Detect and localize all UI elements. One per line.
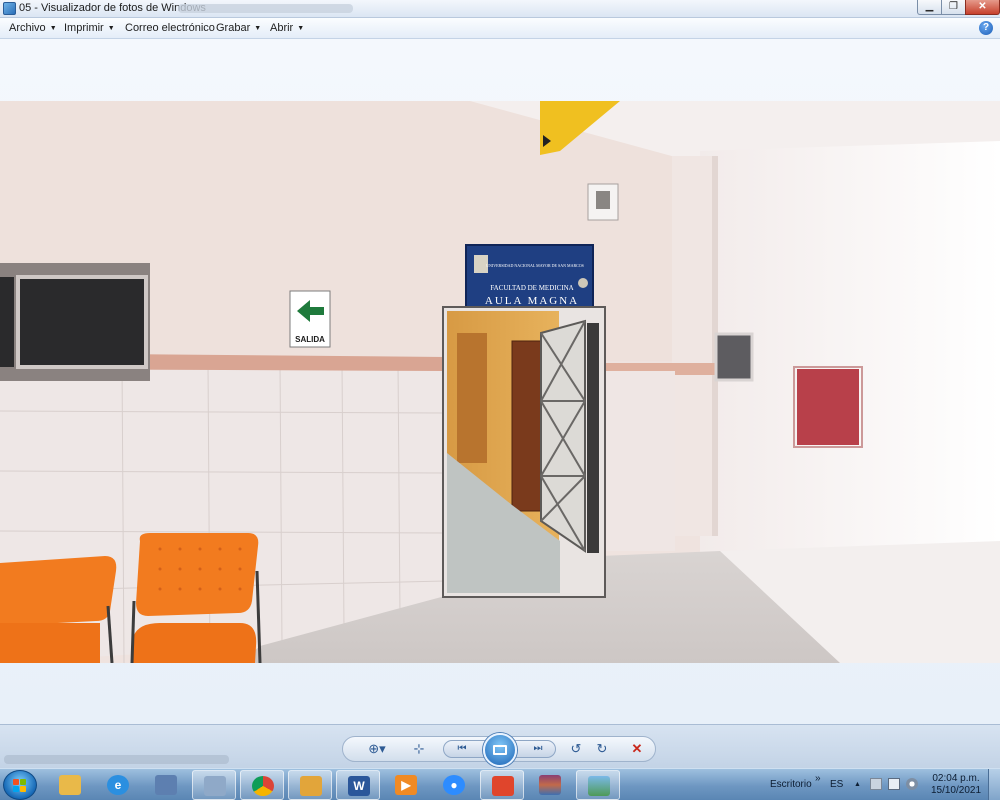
tray-expand-icon[interactable]: ▲ (854, 781, 861, 788)
corridor-pillar (672, 156, 717, 536)
photo-viewer-app-icon (3, 2, 16, 15)
exit-sign-text: SALIDA (295, 335, 325, 344)
rotate-right-icon[interactable]: ↻ (593, 741, 611, 757)
menu-correo-label: Correo electrónico (125, 22, 215, 34)
orange-chair-seat-right (131, 623, 257, 663)
minimize-button[interactable]: ▁ (917, 0, 942, 15)
network-icon (155, 775, 177, 795)
rotate-left-icon[interactable]: ↺ (567, 741, 585, 757)
orange-chair-seat-left (0, 623, 100, 663)
help-icon[interactable]: ? (979, 21, 993, 35)
right-tiled-wall (600, 371, 675, 551)
slideshow-button[interactable] (483, 733, 517, 767)
system-clock[interactable]: 02:04 p.m. 15/10/2021 (930, 773, 982, 797)
windows-icon (204, 776, 226, 796)
orange-chair-back-right (136, 533, 259, 616)
menu-imprimir-label: Imprimir (64, 22, 104, 34)
media-player-icon: ▶ (395, 775, 417, 795)
chevron-down-icon: ▼ (107, 25, 115, 32)
corridor-small-window (714, 332, 754, 382)
room-inner-door (511, 340, 545, 512)
taskbar-pdf[interactable] (480, 770, 524, 800)
chevron-down-icon: ▼ (254, 25, 262, 32)
taskbar-internet-explorer[interactable]: e (96, 770, 140, 800)
close-button[interactable]: ✕ (965, 0, 1000, 15)
pdf-icon (492, 776, 514, 796)
maximize-button[interactable]: ❐ (941, 0, 966, 15)
clock-date: 15/10/2021 (930, 785, 982, 796)
network-tray-icon[interactable] (888, 778, 900, 790)
photo-viewer-icon (588, 776, 610, 796)
title-bar: 05 - Visualizador de fotos de Windows ▁ … (0, 0, 1000, 18)
taskbar-chrome[interactable] (240, 770, 284, 800)
faculty-sign-line2: FACULTAD DE MEDICINA (490, 284, 573, 292)
open-metal-gate (540, 319, 586, 553)
outlook-icon (300, 776, 322, 796)
wall-window-glass-left (0, 277, 14, 367)
show-desktop-button[interactable] (988, 769, 1000, 800)
action-center-icon[interactable] (870, 778, 882, 790)
menu-grabar-label: Grabar (216, 22, 251, 34)
menu-imprimir[interactable]: Imprimir ▼ (64, 22, 115, 34)
volume-icon[interactable] (906, 778, 918, 790)
language-indicator[interactable]: ES (830, 779, 843, 790)
wall-window-glass (16, 275, 148, 369)
menu-archivo[interactable]: Archivo ▼ (9, 22, 57, 34)
taskbar-photo-viewer[interactable] (576, 770, 620, 800)
orange-chair-back-left (0, 556, 117, 626)
slideshow-icon (493, 745, 507, 755)
menu-bar: Archivo ▼ Imprimir ▼ Correo electrónico Gr… (0, 18, 1000, 39)
clock-time: 02:04 p.m. (932, 773, 980, 784)
faculty-sign-line1: UNIVERSIDAD NACIONAL MAYOR DE SAN MARCOS (486, 263, 584, 268)
faculty-sign-line3: AULA MAGNA (485, 295, 579, 307)
hallway-photo-drawing: SALIDA UNIVERSIDAD NACIONAL MAYOR DE SAN… (0, 101, 1000, 663)
taskbar-folder[interactable] (48, 770, 92, 800)
chevron-down-icon: ▼ (297, 25, 305, 32)
displayed-photo[interactable]: SALIDA UNIVERSIDAD NACIONAL MAYOR DE SAN… (0, 101, 1000, 663)
word-icon: W (348, 776, 370, 796)
desktop-toolbar-label[interactable]: Escritorio (770, 779, 812, 790)
chevron-down-icon: ▼ (49, 25, 57, 32)
corridor-red-door (797, 369, 859, 445)
blurred-title-text (178, 4, 353, 13)
winrar-icon (539, 775, 561, 795)
speaker-grille (596, 191, 610, 209)
menu-grabar[interactable]: Grabar ▼ (216, 22, 261, 34)
taskbar: e W ▶ ● Escritorio » ES ▲ 02:04 p.m. 15/… (0, 768, 1000, 800)
zoom-icon[interactable]: ⊕▾ (364, 741, 390, 757)
taskbar-winrar[interactable] (528, 770, 572, 800)
taskbar-media-player[interactable]: ▶ (384, 770, 428, 800)
orange-chair-leg-right (130, 600, 136, 663)
zoom-icon: ● (443, 775, 465, 795)
faculty-sign-seal (578, 278, 588, 288)
folder-icon (59, 775, 81, 795)
menu-abrir-label: Abrir (270, 22, 294, 34)
chrome-icon (252, 776, 274, 796)
menu-archivo-label: Archivo (9, 22, 46, 34)
next-button[interactable]: ⏭ (528, 741, 548, 757)
actual-size-icon[interactable]: ⊹ (409, 741, 429, 757)
room-curtain (457, 333, 487, 463)
blurred-status-text (4, 755, 229, 764)
taskbar-outlook[interactable] (288, 770, 332, 800)
menu-correo-electronico[interactable]: Correo electrónico (125, 22, 215, 34)
previous-button[interactable]: ⏮ (452, 741, 472, 757)
taskbar-word[interactable]: W (336, 770, 380, 800)
menu-abrir[interactable]: Abrir ▼ (270, 22, 304, 34)
taskbar-zoom[interactable]: ● (432, 770, 476, 800)
delete-icon[interactable]: ✕ (628, 741, 646, 757)
taskbar-windows[interactable] (192, 770, 236, 800)
chevron-right-icon[interactable]: » (815, 773, 821, 784)
taskbar-network[interactable] (144, 770, 188, 800)
door-jamb-dark (587, 323, 599, 553)
start-button[interactable] (3, 770, 37, 800)
windows-logo-icon (13, 779, 27, 792)
ie-icon: e (107, 775, 129, 795)
